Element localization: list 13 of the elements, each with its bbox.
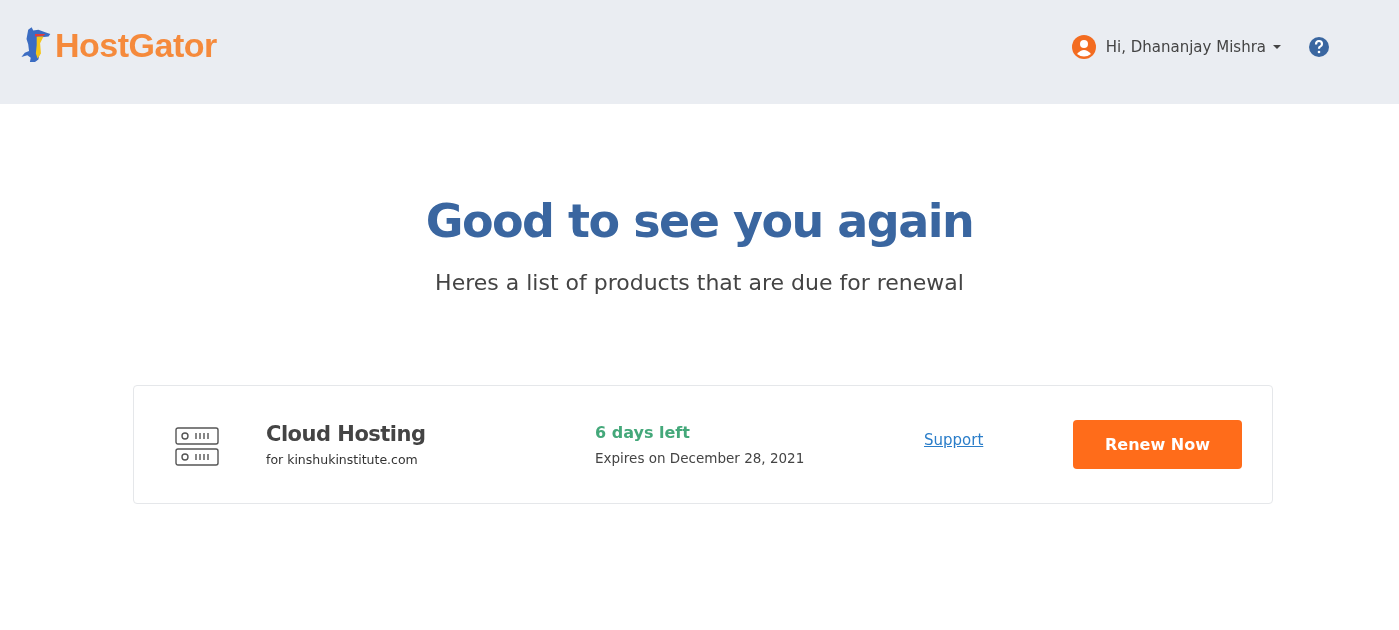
help-icon[interactable] [1309, 37, 1329, 57]
user-menu[interactable]: Hi, Dhananjay Mishra [1105, 38, 1281, 56]
server-icon [175, 426, 219, 467]
product-name: Cloud Hosting [266, 422, 427, 446]
renew-button[interactable]: Renew Now [1073, 420, 1242, 469]
page-subheading: Heres a list of products that are due for renewal [434, 270, 965, 295]
expiry-date: Expires on December 28, 2021 [595, 450, 806, 466]
support-link[interactable]: Support [924, 430, 984, 449]
days-left: 6 days left [595, 423, 691, 442]
product-domain: for kinshukinstitute.com [266, 452, 419, 467]
user-avatar-icon[interactable] [1071, 35, 1096, 59]
caret-icon [1273, 45, 1281, 49]
page-heading: Good to see you again [424, 194, 975, 248]
